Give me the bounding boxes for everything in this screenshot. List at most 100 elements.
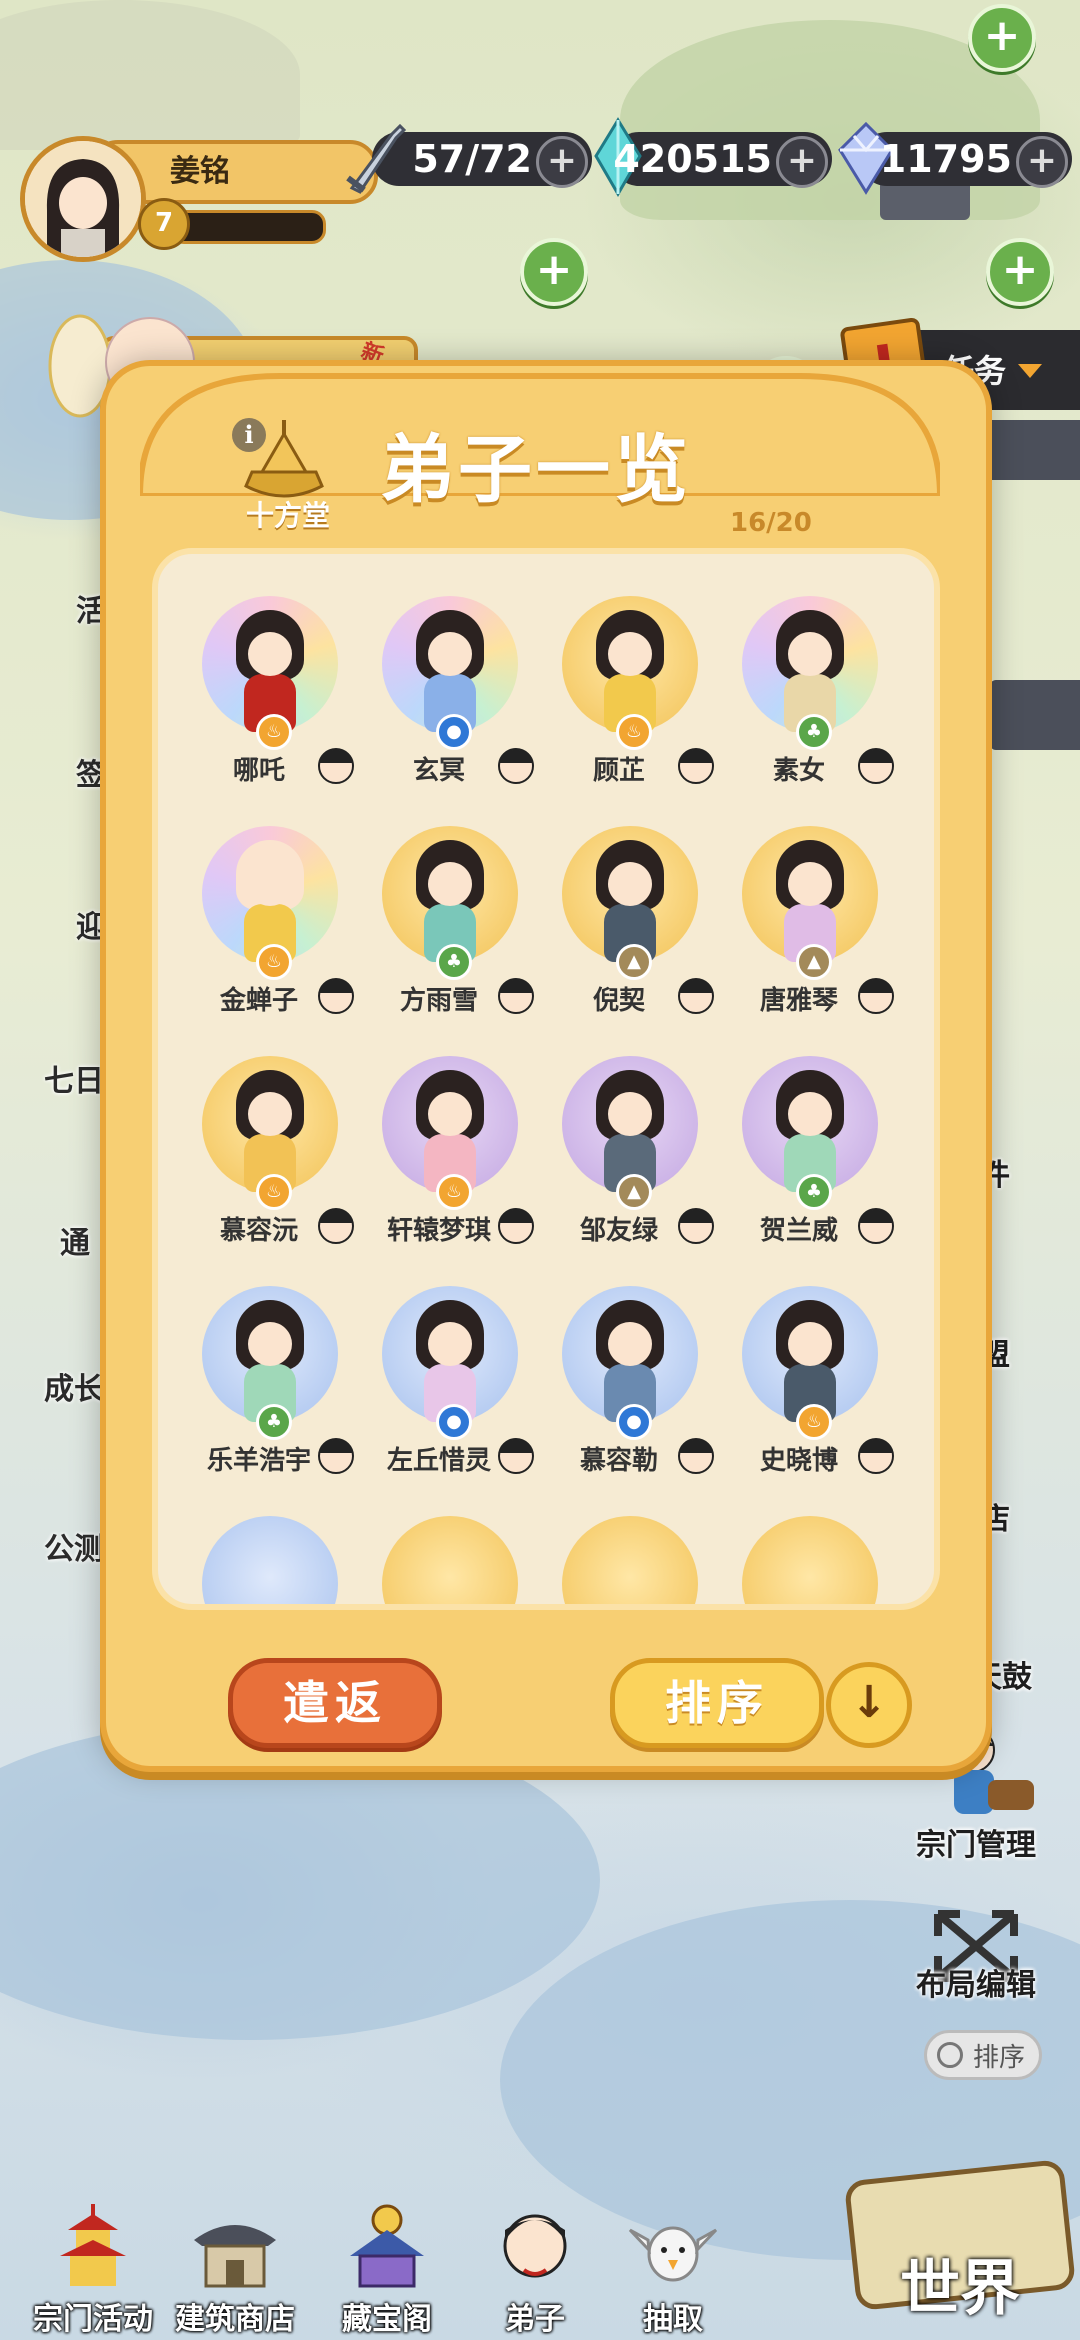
earth-element-icon: ▲ bbox=[616, 1174, 652, 1210]
disciple-portrait-partial[interactable] bbox=[742, 1516, 878, 1604]
disciple-portrait-partial[interactable] bbox=[202, 1516, 338, 1604]
build-slot-plus-icon[interactable]: + bbox=[968, 4, 1036, 72]
experience-bar bbox=[170, 210, 326, 244]
nav-treasure-pavilion[interactable]: 藏宝阁 bbox=[312, 2190, 462, 2340]
disciple-card[interactable]: ● 慕容勒 bbox=[544, 1286, 714, 1486]
world-label: 世界 bbox=[900, 2254, 1020, 2324]
summon-bird-icon bbox=[628, 2226, 718, 2282]
left-menu-item[interactable]: 成长 bbox=[44, 1364, 104, 1408]
left-menu-item[interactable]: 通 bbox=[60, 1218, 90, 1262]
stamina-value: 57/72 bbox=[412, 137, 532, 181]
disciple-card[interactable]: ♣ 素女 bbox=[724, 596, 894, 796]
disciple-card[interactable]: ▲ 倪契 bbox=[544, 826, 714, 1026]
spirit-stone-value: 420515 bbox=[613, 137, 772, 181]
world-button[interactable]: 世界 bbox=[830, 2140, 1080, 2340]
nav-sect-activity[interactable]: 宗门活动 bbox=[18, 2190, 168, 2340]
disciple-card[interactable]: ▲ 邹友绿 bbox=[544, 1056, 714, 1256]
disciple-name: 左丘惜灵 bbox=[386, 1446, 491, 1476]
disciple-name: 倪契 bbox=[592, 986, 645, 1016]
nav-label: 宗门活动 bbox=[33, 2302, 153, 2337]
water-element-icon: ● bbox=[436, 1404, 472, 1440]
disciple-face-icon bbox=[678, 978, 714, 1014]
hall-pagoda-icon bbox=[244, 420, 324, 498]
sort-button[interactable]: 排序 bbox=[610, 1658, 824, 1748]
nav-label: 抽取 bbox=[643, 2302, 703, 2337]
disciple-card[interactable]: ♣ 方雨雪 bbox=[364, 826, 534, 1026]
disciple-name: 贺兰威 bbox=[759, 1216, 838, 1246]
spirit-stone-resource: 420515 + bbox=[594, 117, 832, 197]
player-level-badge: 7 bbox=[138, 198, 190, 250]
disciple-name: 轩辕梦琪 bbox=[386, 1216, 491, 1246]
nav-building-shop[interactable]: 建筑商店 bbox=[160, 2190, 310, 2340]
disciple-name: 慕容勒 bbox=[579, 1446, 658, 1476]
water-element-icon: ● bbox=[436, 714, 472, 750]
disciple-portrait-partial[interactable] bbox=[382, 1516, 518, 1604]
disciple-grid-container[interactable]: ♨ 哪吒 ● 玄冥 ♨ 顾芷 ♣ 素女 ♨ 金蝉子 ♣ 方雨雪 ▲ 倪契 ▲ 唐雅琴 ♨ 慕容沅 ♨ 轩辕梦琪 ▲ 邹友绿… bbox=[152, 548, 940, 1610]
left-menu-item[interactable]: 七日 bbox=[44, 1056, 104, 1100]
player-avatar[interactable] bbox=[20, 136, 146, 262]
building-icon bbox=[194, 2225, 276, 2288]
disciple-face-icon bbox=[318, 1438, 354, 1474]
disciple-card[interactable]: ● 玄冥 bbox=[364, 596, 534, 796]
add-stamina-button[interactable]: + bbox=[536, 136, 588, 188]
disciple-face-icon bbox=[678, 1438, 714, 1474]
disciple-face-icon bbox=[858, 1208, 894, 1244]
building-roof bbox=[990, 680, 1080, 750]
disciple-card[interactable]: ♨ 史晓博 bbox=[724, 1286, 894, 1486]
disciple-face-icon bbox=[498, 1438, 534, 1474]
sort-order-arrow-icon[interactable]: ↓ bbox=[826, 1662, 912, 1748]
disciple-card[interactable]: ▲ 唐雅琴 bbox=[724, 826, 894, 1026]
disciple-face-icon bbox=[498, 978, 534, 1014]
fire-element-icon: ♨ bbox=[256, 1174, 292, 1210]
fire-element-icon: ♨ bbox=[256, 714, 292, 750]
pagoda-icon bbox=[60, 2204, 126, 2286]
dropdown-arrow-icon bbox=[1018, 364, 1042, 378]
build-slot-plus-icon[interactable]: + bbox=[986, 238, 1054, 306]
sword-icon bbox=[346, 123, 407, 194]
earth-element-icon: ▲ bbox=[796, 944, 832, 980]
fire-element-icon: ♨ bbox=[796, 1404, 832, 1440]
disciple-face-icon bbox=[318, 748, 354, 784]
dismiss-button[interactable]: 遣返 bbox=[228, 1658, 442, 1748]
player-panel[interactable]: 姜铭 7 bbox=[20, 136, 378, 262]
wood-element-icon: ♣ bbox=[796, 714, 832, 750]
add-gem-button[interactable]: + bbox=[1016, 136, 1068, 188]
disciple-face-icon bbox=[858, 978, 894, 1014]
map-sort-button[interactable]: 排序 bbox=[924, 2030, 1042, 2080]
disciple-card[interactable]: ♨ 慕容沅 bbox=[184, 1056, 354, 1256]
disciple-name: 顾芷 bbox=[592, 756, 645, 786]
hall-label: 十方堂 bbox=[246, 499, 331, 532]
disciple-portrait-partial[interactable] bbox=[562, 1516, 698, 1604]
map-sort-label: 排序 bbox=[972, 2043, 1025, 2073]
modal-title: 弟子一览 bbox=[380, 427, 692, 513]
nav-label: 藏宝阁 bbox=[342, 2302, 432, 2337]
building-roof bbox=[980, 420, 1080, 480]
player-name: 姜铭 bbox=[170, 154, 230, 189]
disciple-face-icon bbox=[858, 1438, 894, 1474]
left-menu-item[interactable]: 公测 bbox=[44, 1524, 104, 1568]
wood-element-icon: ♣ bbox=[796, 1174, 832, 1210]
disciple-name: 史晓博 bbox=[759, 1446, 838, 1476]
gem-value: 11795 bbox=[879, 137, 1012, 181]
add-spirit-stone-button[interactable]: + bbox=[776, 136, 828, 188]
stamina-resource: 57/72 + bbox=[346, 123, 592, 194]
disciple-face-icon bbox=[318, 1208, 354, 1244]
disciple-card[interactable]: ♣ 乐羊浩宇 bbox=[184, 1286, 354, 1486]
disciple-card[interactable]: ♣ 贺兰威 bbox=[724, 1056, 894, 1256]
build-slot-plus-icon[interactable]: + bbox=[520, 238, 588, 306]
disciple-name: 哪吒 bbox=[232, 756, 285, 786]
disciple-name: 唐雅琴 bbox=[759, 986, 838, 1016]
disciple-card[interactable]: ♨ 顾芷 bbox=[544, 596, 714, 796]
disciple-face-icon bbox=[858, 748, 894, 784]
disciple-card[interactable]: ♨ 哪吒 bbox=[184, 596, 354, 796]
disciple-count: 16/20 bbox=[730, 508, 812, 538]
nav-summon[interactable]: 抽取 bbox=[598, 2190, 748, 2340]
disciple-card[interactable]: ● 左丘惜灵 bbox=[364, 1286, 534, 1486]
wood-element-icon: ♣ bbox=[436, 944, 472, 980]
disciple-card[interactable]: ♨ 金蝉子 bbox=[184, 826, 354, 1026]
right-menu-item[interactable]: 布局编辑 bbox=[916, 1960, 1036, 2004]
right-menu-item[interactable]: 宗门管理 bbox=[916, 1820, 1036, 1864]
disciple-card[interactable]: ♨ 轩辕梦琪 bbox=[364, 1056, 534, 1256]
refresh-icon bbox=[937, 2042, 963, 2068]
nav-disciples[interactable]: 弟子 bbox=[460, 2190, 610, 2340]
